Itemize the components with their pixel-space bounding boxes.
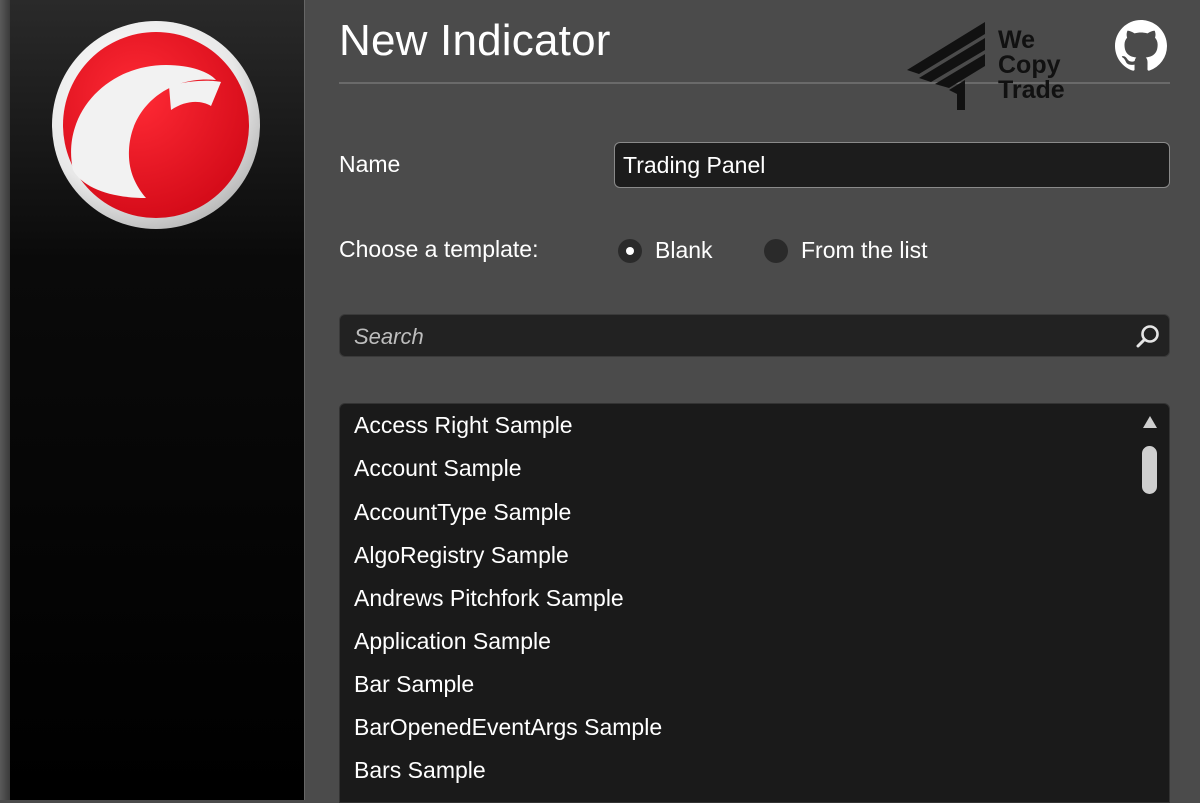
sidebar	[0, 0, 305, 800]
list-item[interactable]: Account Sample	[354, 455, 521, 482]
sidebar-edge	[0, 0, 10, 800]
list-item[interactable]: BarOpenedEventArgs Sample	[354, 714, 662, 741]
scrollbar-thumb[interactable]	[1142, 446, 1157, 494]
template-radio-from-list[interactable]: From the list	[764, 237, 928, 264]
list-item[interactable]: AlgoRegistry Sample	[354, 542, 569, 569]
app-logo-icon	[52, 21, 260, 229]
template-radio-from-list-label: From the list	[801, 237, 928, 263]
wecopytrade-logo-icon	[907, 22, 985, 110]
template-list[interactable]: Access Right Sample Account Sample Accou…	[339, 403, 1170, 803]
brand-text: We Copy Trade	[998, 28, 1065, 103]
template-radio-blank-label: Blank	[655, 237, 713, 263]
list-item[interactable]: AccountType Sample	[354, 499, 571, 526]
radio-button-checked[interactable]	[618, 238, 642, 263]
github-icon[interactable]	[1115, 20, 1167, 72]
name-label: Name	[339, 151, 401, 177]
brand-watermark: We Copy Trade	[905, 20, 1105, 112]
search-input[interactable]	[352, 315, 1126, 358]
list-item[interactable]: Bar Sample	[354, 671, 474, 698]
brand-line-3: Trade	[998, 76, 1065, 104]
list-item[interactable]: Bars Sample	[354, 757, 486, 784]
name-input[interactable]	[614, 142, 1170, 188]
list-item[interactable]: Andrews Pitchfork Sample	[354, 585, 624, 612]
search-icon[interactable]	[1135, 323, 1161, 349]
brand-line-2: Copy	[998, 51, 1061, 79]
radio-button-unchecked[interactable]	[764, 238, 788, 263]
template-radio-blank[interactable]: Blank	[618, 237, 713, 264]
brand-line-1: We	[998, 26, 1036, 54]
template-label: Choose a template:	[339, 236, 539, 262]
list-item[interactable]: Application Sample	[354, 628, 551, 655]
page-title: New Indicator	[339, 16, 611, 65]
search-box	[339, 314, 1170, 358]
scroll-up-arrow-icon[interactable]	[1143, 416, 1157, 428]
list-item[interactable]: Access Right Sample	[354, 412, 573, 439]
